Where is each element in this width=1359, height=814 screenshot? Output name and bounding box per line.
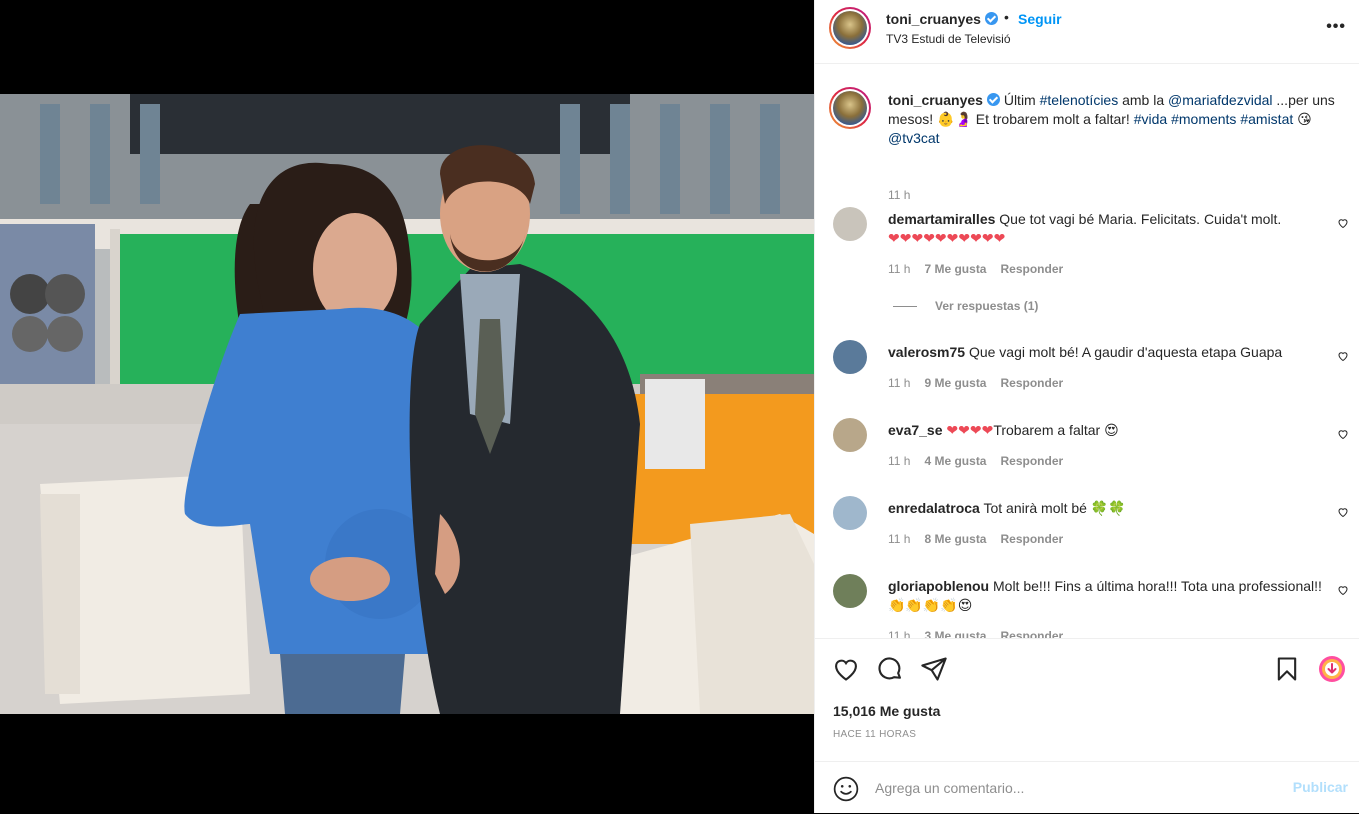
comment-text: gloriapoblenou Molt be!!! Fins a última … — [888, 578, 1322, 613]
comment-input[interactable] — [875, 776, 1275, 800]
verified-icon — [986, 93, 1000, 106]
comment-meta: 11 h3 Me gusta Responder — [888, 629, 1077, 638]
reply-button[interactable]: Responder — [1000, 454, 1063, 468]
emoji-picker-icon[interactable] — [833, 776, 859, 802]
comment-heart-icon[interactable] — [1337, 506, 1349, 518]
commenter-username[interactable]: valerosm75 — [888, 344, 965, 360]
add-comment-bar: Publicar — [815, 761, 1359, 814]
reply-button[interactable]: Responder — [1000, 376, 1063, 390]
hashtag-link[interactable]: #telenotícies — [1040, 92, 1119, 108]
download-extension-icon[interactable] — [1318, 655, 1346, 683]
publish-button[interactable]: Publicar — [1293, 779, 1348, 795]
hashtag-link[interactable]: #vida — [1134, 111, 1167, 127]
comment-text: enredalatroca Tot anirà molt bé 🍀🍀 — [888, 500, 1126, 516]
mention-link[interactable]: @mariafdezvidal — [1168, 92, 1272, 108]
comment-text: demartamiralles Que tot vagi bé Maria. F… — [888, 211, 1282, 246]
author-avatar[interactable] — [829, 7, 871, 49]
caption-time: 11 h — [888, 188, 911, 202]
separator-dot: • — [1004, 9, 1009, 25]
commenter-username[interactable]: enredalatroca — [888, 500, 980, 516]
hearts-emoji: ❤❤❤❤❤❤❤❤❤❤ — [888, 230, 1006, 246]
hearts-emoji: ❤❤❤❤ — [946, 422, 994, 438]
reply-button[interactable]: Responder — [1000, 262, 1063, 276]
mention-link[interactable]: @tv3cat — [888, 130, 940, 146]
comments-list[interactable]: toni_cruanyes Últim #telenotícies amb la… — [815, 65, 1359, 638]
commenter-avatar[interactable] — [833, 340, 867, 374]
commenter-username[interactable]: demartamiralles — [888, 211, 995, 227]
commenter-avatar[interactable] — [833, 496, 867, 530]
comment-text: valerosm75 Que vagi molt bé! A gaudir d'… — [888, 344, 1283, 360]
post-header: toni_cruanyes • Seguir TV3 Estudi de Tel… — [815, 0, 1359, 64]
hashtag-link[interactable]: #moments — [1171, 111, 1236, 127]
more-options-icon[interactable]: ••• — [1326, 18, 1346, 36]
comment-meta: 11 h7 Me gusta Responder — [888, 262, 1064, 276]
post-timestamp[interactable]: HACE 11 HORAS — [833, 729, 916, 740]
reply-button[interactable]: Responder — [1000, 629, 1063, 638]
commenter-avatar[interactable] — [833, 574, 867, 608]
hashtag-link[interactable]: #amistat — [1240, 111, 1293, 127]
view-replies-button[interactable]: Ver respuestas (1) — [893, 299, 1038, 313]
reply-button[interactable]: Responder — [1000, 532, 1063, 546]
comment-bubble-icon[interactable] — [876, 655, 904, 683]
comment-heart-icon[interactable] — [1337, 217, 1349, 229]
commenter-avatar[interactable] — [833, 207, 867, 241]
comment-heart-icon[interactable] — [1337, 350, 1349, 362]
caption-text: toni_cruanyes Últim #telenotícies amb la… — [888, 92, 1335, 146]
verified-icon — [984, 12, 998, 25]
post-sidebar: toni_cruanyes • Seguir TV3 Estudi de Tel… — [814, 0, 1359, 813]
comment-text: eva7_se ❤❤❤❤Trobarem a faltar 😍 — [888, 422, 1119, 438]
post-photo[interactable] — [0, 94, 814, 714]
comment-heart-icon[interactable] — [1337, 428, 1349, 440]
share-send-icon[interactable] — [920, 655, 948, 683]
comment-meta: 11 h8 Me gusta Responder — [888, 532, 1064, 546]
post-media[interactable] — [0, 0, 814, 813]
save-bookmark-icon[interactable] — [1273, 655, 1301, 683]
commenter-avatar[interactable] — [833, 418, 867, 452]
commenter-username[interactable]: eva7_se — [888, 422, 943, 438]
author-username[interactable]: toni_cruanyes — [886, 11, 998, 27]
comment-heart-icon[interactable] — [1337, 584, 1349, 596]
commenter-username[interactable]: gloriapoblenou — [888, 578, 989, 594]
follow-button[interactable]: Seguir — [1018, 11, 1062, 27]
like-heart-icon[interactable] — [832, 655, 860, 683]
comment-meta: 11 h9 Me gusta Responder — [888, 376, 1064, 390]
likes-count[interactable]: 15,016 Me gusta — [833, 703, 940, 719]
caption-avatar[interactable] — [829, 87, 871, 129]
comment-meta: 11 h4 Me gusta Responder — [888, 454, 1064, 468]
post-actions: 15,016 Me gusta HACE 11 HORAS Publicar — [815, 638, 1359, 813]
caption-username[interactable]: toni_cruanyes — [888, 92, 983, 108]
post-location[interactable]: TV3 Estudi de Televisió — [886, 32, 1011, 46]
